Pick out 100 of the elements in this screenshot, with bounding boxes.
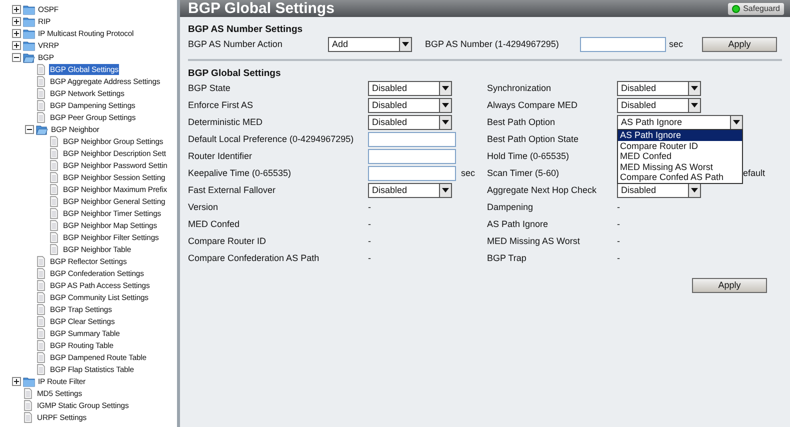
- page-icon: [35, 268, 47, 278]
- value-text: -: [617, 236, 620, 246]
- page-icon: [48, 232, 60, 242]
- caret-icon: [442, 103, 449, 108]
- folder-icon: [23, 376, 35, 386]
- field-label: Best Path Option: [487, 116, 556, 129]
- page-icon: [35, 328, 47, 338]
- page-icon: [35, 100, 47, 110]
- open-folder-icon: [23, 52, 35, 62]
- field-label: Dampening: [487, 200, 534, 214]
- value-text: -: [617, 252, 620, 263]
- field-label: BGP Trap: [487, 252, 528, 265]
- page-icon: [35, 112, 47, 122]
- dropdown-option[interactable]: AS Path Ignore: [618, 130, 742, 140]
- dropdown-select[interactable]: Disabled: [617, 183, 701, 198]
- field-label: Enforce First AS: [188, 98, 254, 112]
- dropdown-select[interactable]: Disabled: [617, 81, 701, 96]
- page-icon: [48, 196, 60, 206]
- text-input[interactable]: [368, 166, 456, 181]
- expand-icon[interactable]: [12, 16, 21, 26]
- page-icon: [48, 220, 60, 230]
- dropdown-select[interactable]: Disabled: [617, 98, 701, 113]
- page-icon: [48, 148, 60, 158]
- field-label: MED Missing AS Worst: [487, 234, 581, 248]
- folder-icon: [23, 4, 35, 14]
- section-heading: BGP AS Number Settings: [188, 23, 304, 36]
- page-icon: [48, 244, 60, 254]
- expand-icon[interactable]: [12, 376, 21, 386]
- folder-icon: [23, 40, 35, 50]
- expand-icon[interactable]: [12, 28, 21, 38]
- dropdown-select[interactable]: Add: [328, 37, 412, 52]
- page-icon: [35, 364, 47, 374]
- page-icon: [35, 256, 47, 266]
- field-label: Compare Confederation AS Path: [188, 252, 320, 265]
- field-label: BGP AS Number (1-4294967295): [425, 38, 560, 51]
- value-text: -: [368, 202, 371, 212]
- folder-icon: [23, 28, 35, 38]
- value-text: -: [368, 236, 371, 246]
- field-label: Hold Time (0-65535): [487, 150, 570, 163]
- status-dot-icon: [732, 4, 740, 12]
- page-icon: [48, 160, 60, 170]
- unit-label: sec: [461, 168, 476, 178]
- dropdown-option[interactable]: MED Missing AS Worst: [618, 162, 742, 172]
- apply-button[interactable]: Apply: [692, 278, 767, 293]
- value-text: -: [368, 252, 371, 263]
- dropdown-option[interactable]: MED Confed: [618, 151, 742, 162]
- caret-icon: [442, 120, 449, 125]
- page-icon: [48, 172, 60, 182]
- dropdown-select[interactable]: Disabled: [368, 183, 452, 198]
- page-icon: [35, 280, 47, 290]
- caret-icon: [691, 103, 698, 108]
- text-input[interactable]: [368, 149, 456, 164]
- value-text: -: [617, 218, 620, 229]
- caret-icon: [691, 86, 698, 91]
- field-label: MED Confed: [188, 218, 241, 231]
- field-label: Fast External Fallover: [188, 184, 277, 197]
- caret-icon: [442, 86, 449, 91]
- apply-button[interactable]: Apply: [702, 37, 777, 52]
- field-label: BGP AS Number Action: [188, 38, 284, 51]
- collapse-icon[interactable]: [25, 124, 34, 134]
- field-label: Default Local Preference (0-4294967295): [188, 132, 355, 146]
- dropdown-select[interactable]: Disabled: [368, 81, 452, 96]
- page-icon: [35, 76, 47, 86]
- field-label: Version: [188, 200, 220, 214]
- page-icon: [35, 352, 47, 362]
- text-input[interactable]: [368, 132, 456, 147]
- field-label: Always Compare MED: [487, 98, 579, 112]
- page-icon: [35, 64, 47, 74]
- number-input[interactable]: [580, 37, 666, 52]
- page-icon: [22, 388, 34, 398]
- unit-label: sec: [668, 38, 684, 51]
- section-heading: BGP Global Settings: [188, 67, 282, 80]
- value-text: -: [368, 218, 371, 229]
- value-text: -: [617, 202, 620, 212]
- dropdown-select[interactable]: AS Path Ignore: [617, 115, 743, 130]
- dropdown-select[interactable]: Disabled: [368, 115, 452, 130]
- page-icon: [35, 340, 47, 350]
- page-icon: [22, 412, 34, 422]
- field-label: Best Path Option State: [487, 132, 580, 146]
- page-icon: [35, 88, 47, 98]
- field-label: Synchronization: [487, 82, 552, 95]
- page-title: BGP Global Settings: [188, 0, 334, 17]
- field-label: AS Path Ignore: [487, 218, 550, 231]
- field-label: Aggregate Next Hop Check: [487, 184, 598, 197]
- dropdown-option[interactable]: Compare Confed AS Path: [618, 172, 742, 182]
- collapse-icon[interactable]: [12, 52, 21, 62]
- field-label: Compare Router ID: [188, 234, 268, 248]
- dropdown-select[interactable]: Disabled: [368, 98, 452, 113]
- dropdown-option[interactable]: Compare Router ID: [618, 140, 742, 151]
- open-folder-icon: [36, 124, 48, 134]
- safeguard-badge: Safeguard: [728, 2, 784, 14]
- caret-icon: [442, 188, 449, 193]
- expand-icon[interactable]: [12, 40, 21, 50]
- page-icon: [35, 292, 47, 302]
- expand-icon[interactable]: [12, 4, 21, 14]
- field-label: BGP State: [188, 82, 232, 95]
- field-label: Keepalive Time (0-65535): [188, 166, 292, 180]
- page-icon: [35, 304, 47, 314]
- caret-icon: [733, 120, 740, 125]
- page-icon: [35, 316, 47, 326]
